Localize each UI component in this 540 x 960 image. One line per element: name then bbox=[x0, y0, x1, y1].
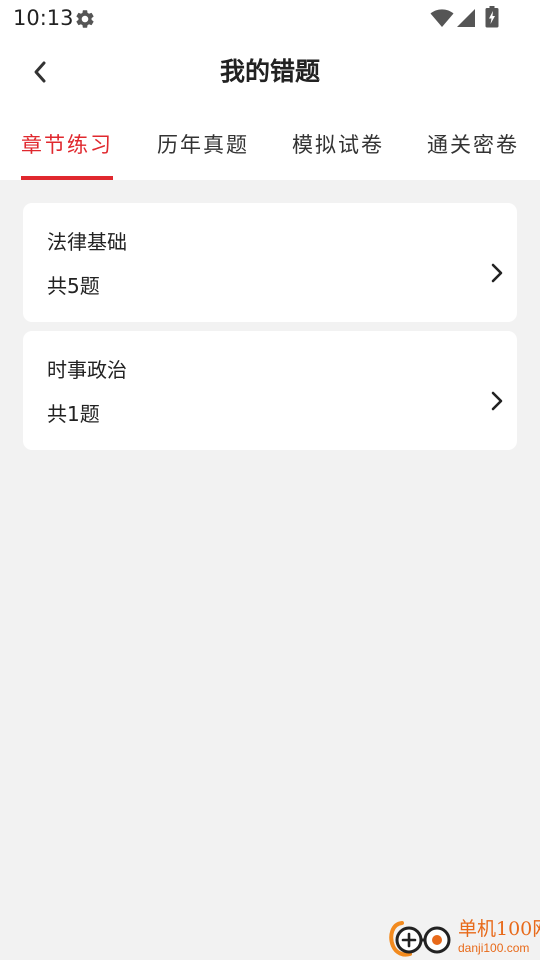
tab-final-papers[interactable]: 通关密卷 bbox=[414, 108, 532, 180]
item-title: 法律基础 bbox=[47, 230, 127, 254]
item-count: 共1题 bbox=[47, 402, 100, 426]
tab-mock-papers[interactable]: 模拟试卷 bbox=[279, 108, 397, 180]
wifi-icon bbox=[430, 9, 454, 27]
tab-bar: 章节练习 历年真题 模拟试卷 通关密卷 bbox=[0, 108, 540, 180]
item-count: 共5题 bbox=[47, 274, 100, 298]
chevron-left-icon bbox=[34, 61, 46, 83]
title-bar: 我的错题 bbox=[0, 36, 540, 108]
tab-chapter-practice[interactable]: 章节练习 bbox=[8, 108, 126, 180]
back-button[interactable] bbox=[22, 54, 58, 90]
watermark-url: danji100.com bbox=[458, 941, 530, 955]
list-item[interactable]: 法律基础 共5题 bbox=[23, 203, 517, 322]
chevron-right-icon bbox=[491, 263, 503, 283]
item-title: 时事政治 bbox=[47, 358, 127, 382]
tab-past-exams[interactable]: 历年真题 bbox=[144, 108, 262, 180]
chevron-right-icon bbox=[491, 391, 503, 411]
list-item[interactable]: 时事政治 共1题 bbox=[23, 331, 517, 450]
signal-icon bbox=[457, 9, 475, 27]
battery-icon bbox=[485, 6, 499, 28]
status-bar: 10:13 bbox=[0, 0, 540, 36]
top-area: 10:13 我的错题 章节练习 历年真题 模拟试卷 通关密卷 bbox=[0, 0, 540, 180]
page-title: 我的错题 bbox=[219, 57, 320, 86]
watermark: 单机100网 danji100.com bbox=[388, 916, 540, 958]
watermark-logo-icon bbox=[389, 921, 451, 957]
tab-active-indicator bbox=[21, 176, 113, 180]
status-time: 10:13 bbox=[13, 6, 74, 30]
gear-icon bbox=[76, 10, 94, 28]
watermark-name: 单机100网 bbox=[458, 918, 540, 940]
